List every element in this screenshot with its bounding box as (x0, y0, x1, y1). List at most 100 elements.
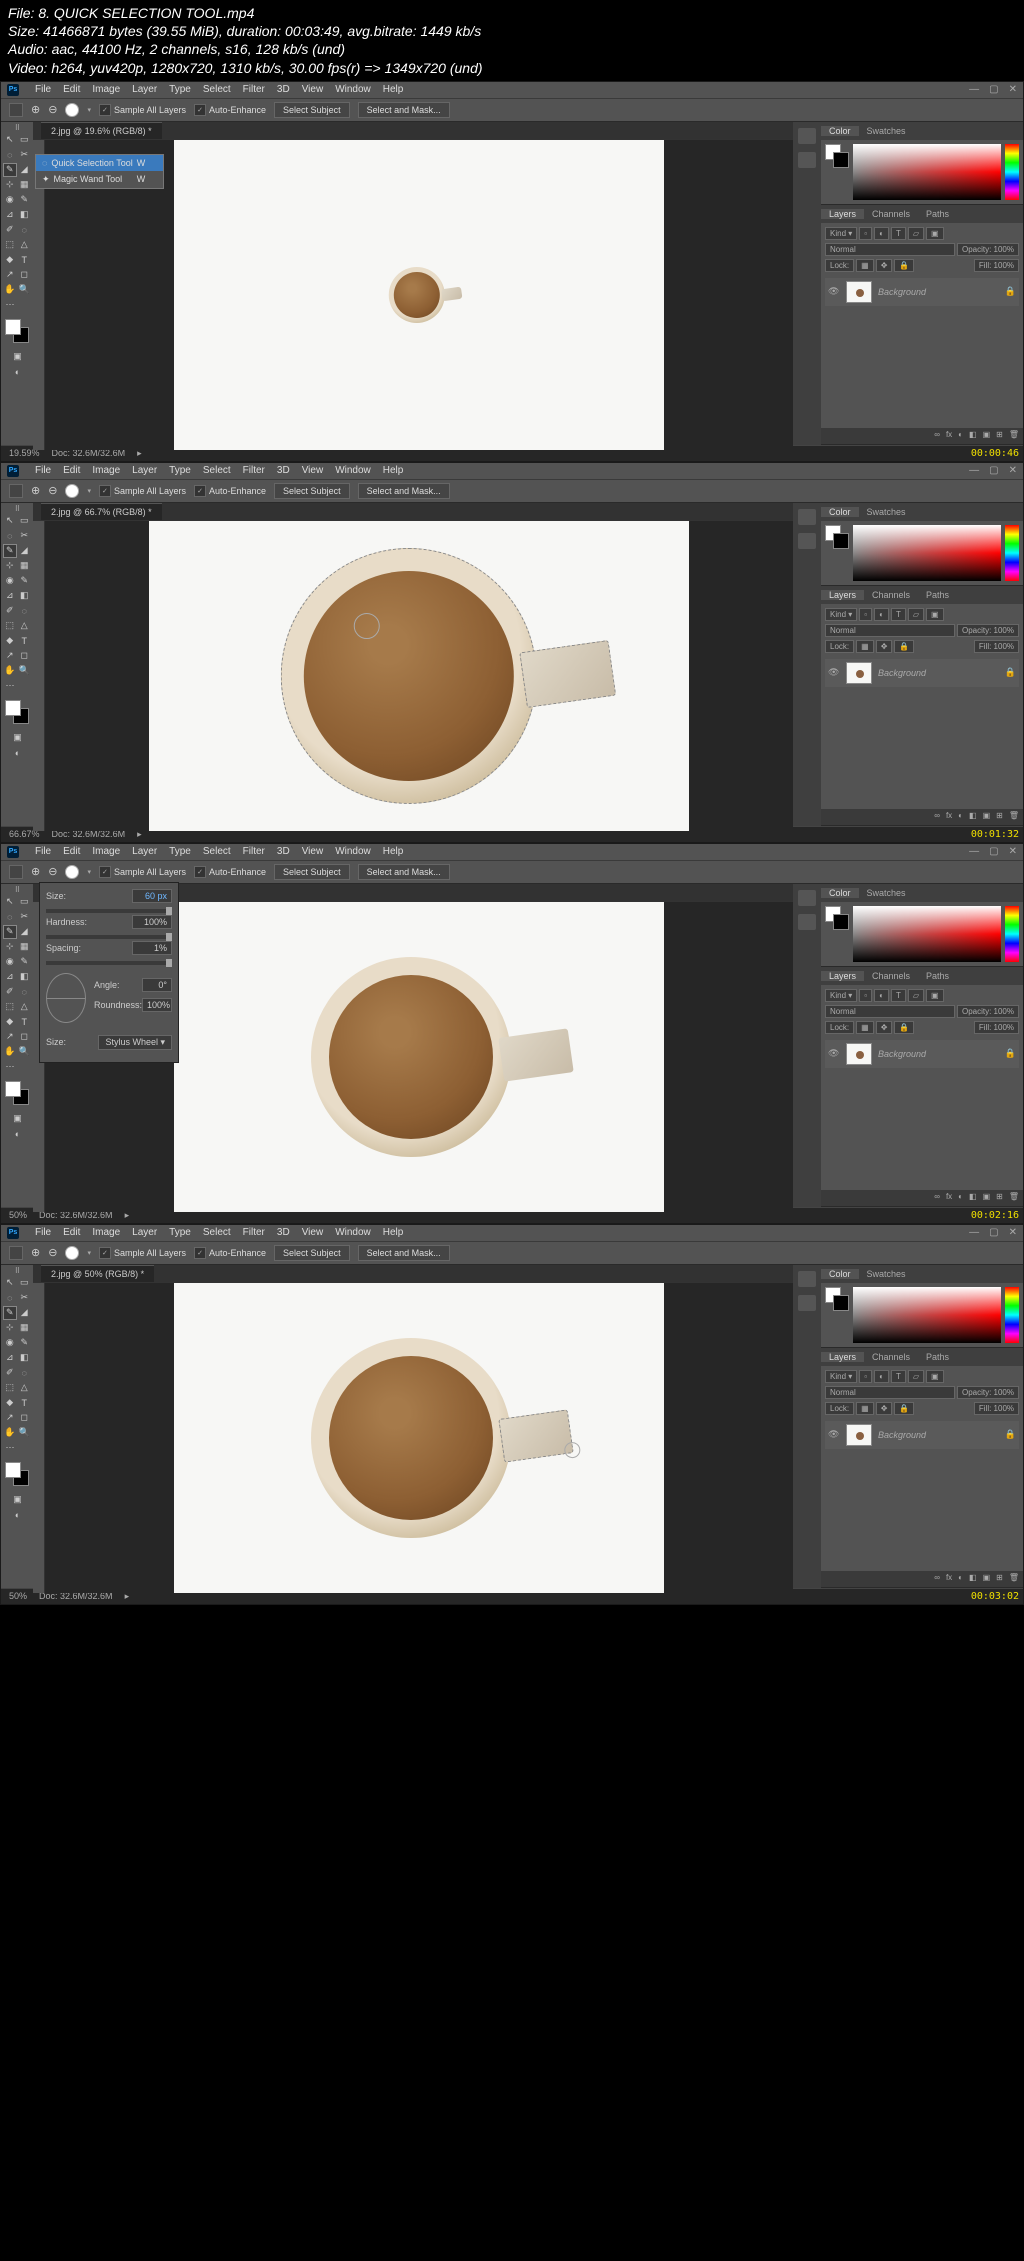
tool-2-b[interactable]: ◢ (18, 544, 31, 558)
lock-position-icon[interactable]: ✥ (876, 1021, 893, 1034)
color-swatches[interactable] (5, 700, 29, 724)
maximize-button[interactable]: ▢ (989, 465, 998, 476)
tool-5-a[interactable]: ⊿ (3, 970, 17, 984)
menu-help[interactable]: Help (383, 465, 404, 476)
auto-enhance-checkbox[interactable]: Auto-Enhance (194, 866, 266, 878)
auto-enhance-checkbox[interactable]: Auto-Enhance (194, 485, 266, 497)
close-button[interactable]: ✕ (1009, 84, 1017, 95)
menu-layer[interactable]: Layer (132, 1227, 157, 1238)
fill-field[interactable]: Fill: 100% (974, 259, 1019, 272)
menu-window[interactable]: Window (335, 465, 371, 476)
tool-2-b[interactable]: ◢ (18, 1306, 31, 1320)
filter-shape-icon[interactable]: ▱ (908, 989, 924, 1002)
tool-5-b[interactable]: ◧ (18, 1351, 32, 1365)
tool-4-a[interactable]: ◉ (3, 193, 17, 207)
tool-5-b[interactable]: ◧ (18, 970, 32, 984)
tab-layers[interactable]: Layers (821, 971, 864, 981)
select-and-mask-button[interactable]: Select and Mask... (358, 483, 450, 499)
layer-action-icon[interactable]: ◧ (969, 1192, 977, 1204)
filter-adjust-icon[interactable]: ◐ (874, 608, 889, 621)
screen-mode-icon[interactable]: ▣ (3, 350, 32, 364)
menu-file[interactable]: File (35, 846, 51, 857)
current-tool-icon[interactable] (9, 103, 23, 117)
layer-action-icon[interactable]: ∞ (934, 430, 940, 442)
menu-help[interactable]: Help (383, 1227, 404, 1238)
mode-add-icon[interactable]: ⊕ (31, 865, 40, 878)
layer-thumbnail[interactable] (846, 1043, 872, 1065)
menu-view[interactable]: View (302, 1227, 324, 1238)
menu-3d[interactable]: 3D (277, 1227, 290, 1238)
collapsed-panel-icon[interactable] (798, 1271, 816, 1287)
layer-filter-kind[interactable]: Kind ▾ (825, 1370, 857, 1383)
menu-window[interactable]: Window (335, 846, 371, 857)
blend-mode-dropdown[interactable]: Normal (825, 1005, 955, 1018)
layer-action-icon[interactable]: 🗑 (1009, 811, 1019, 823)
zoom-value[interactable]: 50% (9, 1591, 27, 1601)
tool-7-a[interactable]: ⬚ (3, 238, 17, 252)
color-swatches[interactable] (5, 1081, 29, 1105)
document-artboard[interactable] (174, 902, 664, 1212)
maximize-button[interactable]: ▢ (989, 1227, 998, 1238)
brush-size-source-dropdown[interactable]: Stylus Wheel ▾ (98, 1035, 172, 1050)
layer-action-icon[interactable]: fx (946, 1573, 952, 1585)
tool-6-a[interactable]: ✐ (3, 1366, 17, 1380)
tab-color[interactable]: Color (821, 888, 859, 898)
tab-layers[interactable]: Layers (821, 1352, 864, 1362)
tool-8-b[interactable]: T (18, 1396, 32, 1410)
flyout-magic-wand[interactable]: ✦Magic Wand ToolW (36, 171, 163, 188)
hue-strip[interactable] (1005, 144, 1019, 200)
menu-window[interactable]: Window (335, 84, 371, 95)
tool-5-a[interactable]: ⊿ (3, 208, 17, 222)
mode-add-icon[interactable]: ⊕ (31, 484, 40, 497)
tool-11-a[interactable]: ⋯ (3, 1060, 17, 1074)
collapsed-panel-icon[interactable] (798, 1295, 816, 1311)
zoom-value[interactable]: 19.59% (9, 448, 40, 458)
select-and-mask-button[interactable]: Select and Mask... (358, 102, 450, 118)
layer-action-icon[interactable]: ◐ (958, 430, 963, 442)
layer-filter-kind[interactable]: Kind ▾ (825, 608, 857, 621)
brush-dropdown-icon[interactable]: ▾ (87, 868, 91, 876)
foreground-color-swatch[interactable] (5, 1081, 21, 1097)
menu-file[interactable]: File (35, 1227, 51, 1238)
layer-action-icon[interactable]: ∞ (934, 1573, 940, 1585)
tool-3-a[interactable]: ⊹ (3, 559, 17, 573)
layer-action-icon[interactable]: fx (946, 811, 952, 823)
menu-view[interactable]: View (302, 465, 324, 476)
tool-2-a[interactable]: ✎ (3, 544, 17, 558)
tool-0-b[interactable]: ▭ (18, 895, 32, 909)
layer-action-icon[interactable]: ◐ (958, 811, 963, 823)
visibility-icon[interactable]: 👁 (828, 1429, 840, 1440)
brush-preview[interactable] (65, 1246, 79, 1260)
tool-1-b[interactable]: ✂ (18, 1291, 32, 1305)
tool-9-a[interactable]: ↗ (3, 649, 17, 663)
filter-smart-icon[interactable]: ▣ (926, 227, 944, 240)
lock-pixels-icon[interactable]: ▦ (856, 1021, 874, 1034)
tool-8-a[interactable]: ◆ (3, 634, 17, 648)
menu-select[interactable]: Select (203, 846, 231, 857)
menu-layer[interactable]: Layer (132, 84, 157, 95)
tab-swatches[interactable]: Swatches (859, 126, 914, 136)
fill-field[interactable]: Fill: 100% (974, 640, 1019, 653)
maximize-button[interactable]: ▢ (989, 846, 998, 857)
tool-2-b[interactable]: ◢ (18, 925, 31, 939)
document-artboard[interactable] (174, 140, 664, 450)
tool-9-b[interactable]: ◻ (18, 1030, 32, 1044)
tool-3-a[interactable]: ⊹ (3, 178, 17, 192)
tool-1-b[interactable]: ✂ (18, 910, 32, 924)
filter-type-icon[interactable]: T (891, 608, 906, 621)
mode-subtract-icon[interactable]: ⊖ (48, 865, 57, 878)
tool-9-a[interactable]: ↗ (3, 1411, 17, 1425)
toolbar-grip[interactable]: ⠿ (3, 1267, 32, 1275)
tool-7-b[interactable]: △ (18, 619, 32, 633)
tool-5-b[interactable]: ◧ (18, 589, 32, 603)
menu-filter[interactable]: Filter (243, 84, 265, 95)
hue-strip[interactable] (1005, 525, 1019, 581)
menu-select[interactable]: Select (203, 1227, 231, 1238)
filter-image-icon[interactable]: ▫ (859, 608, 872, 621)
tool-6-a[interactable]: ✐ (3, 223, 17, 237)
layer-background[interactable]: 👁 Background 🔒 (825, 1040, 1019, 1068)
tool-7-a[interactable]: ⬚ (3, 1381, 17, 1395)
tab-layers[interactable]: Layers (821, 590, 864, 600)
layer-action-icon[interactable]: ⊞ (996, 1573, 1003, 1585)
tool-4-a[interactable]: ◉ (3, 955, 17, 969)
